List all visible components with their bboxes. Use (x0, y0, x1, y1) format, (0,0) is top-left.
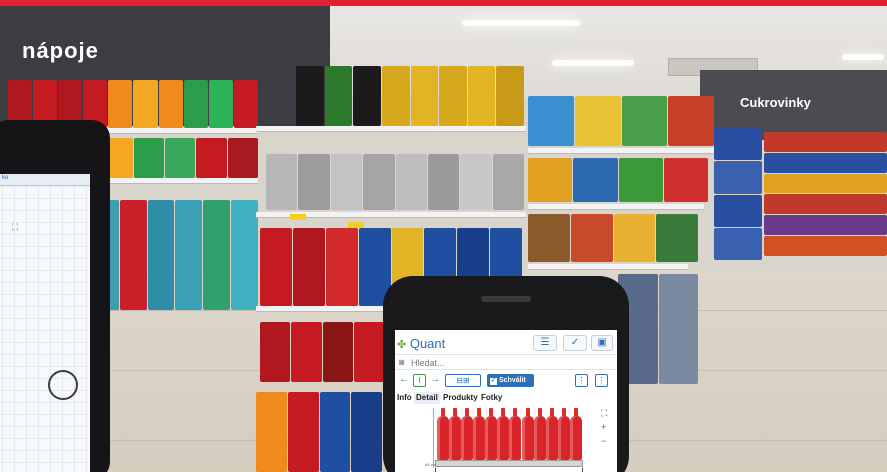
fit-view-icon[interactable]: ⛶ (601, 408, 607, 419)
more-vertical-icon: ⋮ (577, 376, 586, 385)
layout-grid-icon: ⊟⊞ (456, 376, 470, 385)
camera-icon[interactable]: ◙ (399, 357, 404, 367)
bottle-body (545, 416, 558, 460)
bottle-body (533, 416, 546, 460)
search-input[interactable] (411, 356, 611, 369)
product-row (764, 132, 887, 256)
planogram-bottle[interactable] (473, 408, 486, 460)
planogram-bottle[interactable] (485, 408, 498, 460)
save-icon: ▣ (597, 337, 607, 348)
planogram-base: – – – (435, 468, 583, 472)
drinks-sign: nápoje (22, 38, 99, 63)
product-row (256, 392, 382, 472)
shelf-edge (528, 204, 704, 210)
bottle-body (569, 416, 582, 460)
tab-fotky[interactable]: Fotky (479, 392, 504, 404)
search-bar: ◙ (395, 354, 617, 370)
bottle-body (437, 416, 449, 460)
planogram-bottle[interactable] (497, 408, 510, 460)
planogram-bottle[interactable] (509, 408, 522, 460)
quant-app-screen: ✤ Quant ☰ ✓ ▣ ◙ ← I (395, 330, 617, 472)
home-button[interactable] (48, 370, 78, 400)
quant-leaf-icon: ✤ (397, 339, 407, 351)
menu-icon: ☰ (540, 337, 550, 348)
planogram-view[interactable]: 64 cm – – – (425, 408, 589, 472)
product-row (528, 214, 698, 262)
forward-arrow-icon[interactable]: → (430, 374, 440, 385)
store-scene: nápoje Cukrovinky ke ⛶ ✤ Quant ☰ ✓ ▣ ◙ H… (0, 0, 887, 472)
planogram-bottle[interactable] (557, 408, 570, 460)
more-vertical-icon: ⋮ (597, 376, 606, 385)
checkbox-icon: ✓ (490, 378, 497, 385)
phone-speaker (481, 296, 531, 302)
tab-detail[interactable]: Detail (414, 392, 440, 404)
planogram-bottle[interactable] (569, 408, 582, 460)
tab-produkty[interactable]: Produkty (441, 392, 480, 404)
phone-device: ✤ Quant ☰ ✓ ▣ ◙ ← I (383, 276, 629, 472)
shelf-edge (528, 264, 688, 270)
bottle-body (461, 416, 474, 460)
tablet-tabbar: ke (0, 174, 90, 186)
bottle-body (509, 416, 522, 460)
sweets-sign: Cukrovinky (740, 95, 811, 110)
zoom-in-button[interactable]: + (601, 422, 606, 432)
bottle-body (557, 416, 570, 460)
candy-shelves (714, 128, 887, 268)
single-view-icon: I (418, 376, 421, 385)
planogram-bottle[interactable] (545, 408, 558, 460)
planogram-bottle[interactable] (521, 408, 534, 460)
toolbar: ← I → ⊟⊞ ✓ Schválit ⋮ ⋮ (395, 372, 617, 390)
tablet-device: ke ⛶ (0, 120, 110, 472)
bottle-body (449, 416, 462, 460)
planogram-bottle[interactable] (533, 408, 546, 460)
fit-screen-icon[interactable]: ⛶ (12, 222, 18, 233)
planogram-axis (433, 408, 434, 468)
product-row (296, 66, 524, 126)
approve-label: Schválit (499, 377, 526, 384)
more-options-button[interactable]: ⋮ (575, 374, 588, 387)
product-row (260, 322, 384, 382)
bottle-body (521, 416, 534, 460)
tablet-tab-label[interactable]: ke (2, 175, 8, 181)
planogram-shelf (435, 460, 583, 467)
bottle-body (497, 416, 510, 460)
product-row (92, 200, 258, 310)
product-row (266, 154, 524, 210)
save-button[interactable]: ▣ (591, 335, 613, 351)
app-logo-text: Quant (409, 336, 446, 351)
product-row (714, 128, 762, 260)
bottle-body (485, 416, 498, 460)
check-button[interactable]: ✓ (563, 335, 587, 351)
shelf-edge (256, 306, 386, 312)
product-row (528, 96, 714, 146)
layout-toggle-button[interactable]: ⊟⊞ (445, 374, 481, 387)
product-row (528, 158, 708, 202)
shelf-edge (256, 126, 526, 132)
tab-info[interactable]: Info (395, 392, 414, 404)
tablet-screen (0, 174, 90, 472)
menu-button[interactable]: ☰ (533, 335, 557, 351)
ceiling-light (842, 54, 884, 60)
price-tag (290, 214, 306, 220)
check-circle-icon: ✓ (570, 337, 580, 348)
product-row (618, 274, 698, 384)
shelf-edge (528, 148, 714, 154)
bottle-body (473, 416, 486, 460)
single-view-button[interactable]: I (413, 374, 426, 387)
ceiling-light (552, 60, 634, 66)
planogram-bottle[interactable] (437, 408, 449, 460)
planogram-dimension: 64 cm (425, 462, 436, 467)
bottle-row (437, 408, 582, 460)
tab-bar: Info Detail Produkty Fotky (395, 392, 617, 404)
approve-button[interactable]: ✓ Schválit (487, 374, 534, 387)
back-arrow-icon[interactable]: ← (399, 374, 409, 385)
planogram-bottle[interactable] (449, 408, 462, 460)
app-logo: ✤ Quant (397, 336, 445, 351)
app-header: ✤ Quant ☰ ✓ ▣ (395, 330, 617, 354)
planogram-bottle[interactable] (461, 408, 474, 460)
zoom-out-button[interactable]: − (601, 436, 606, 446)
ceiling-light (462, 20, 580, 26)
more-options-button-2[interactable]: ⋮ (595, 374, 608, 387)
